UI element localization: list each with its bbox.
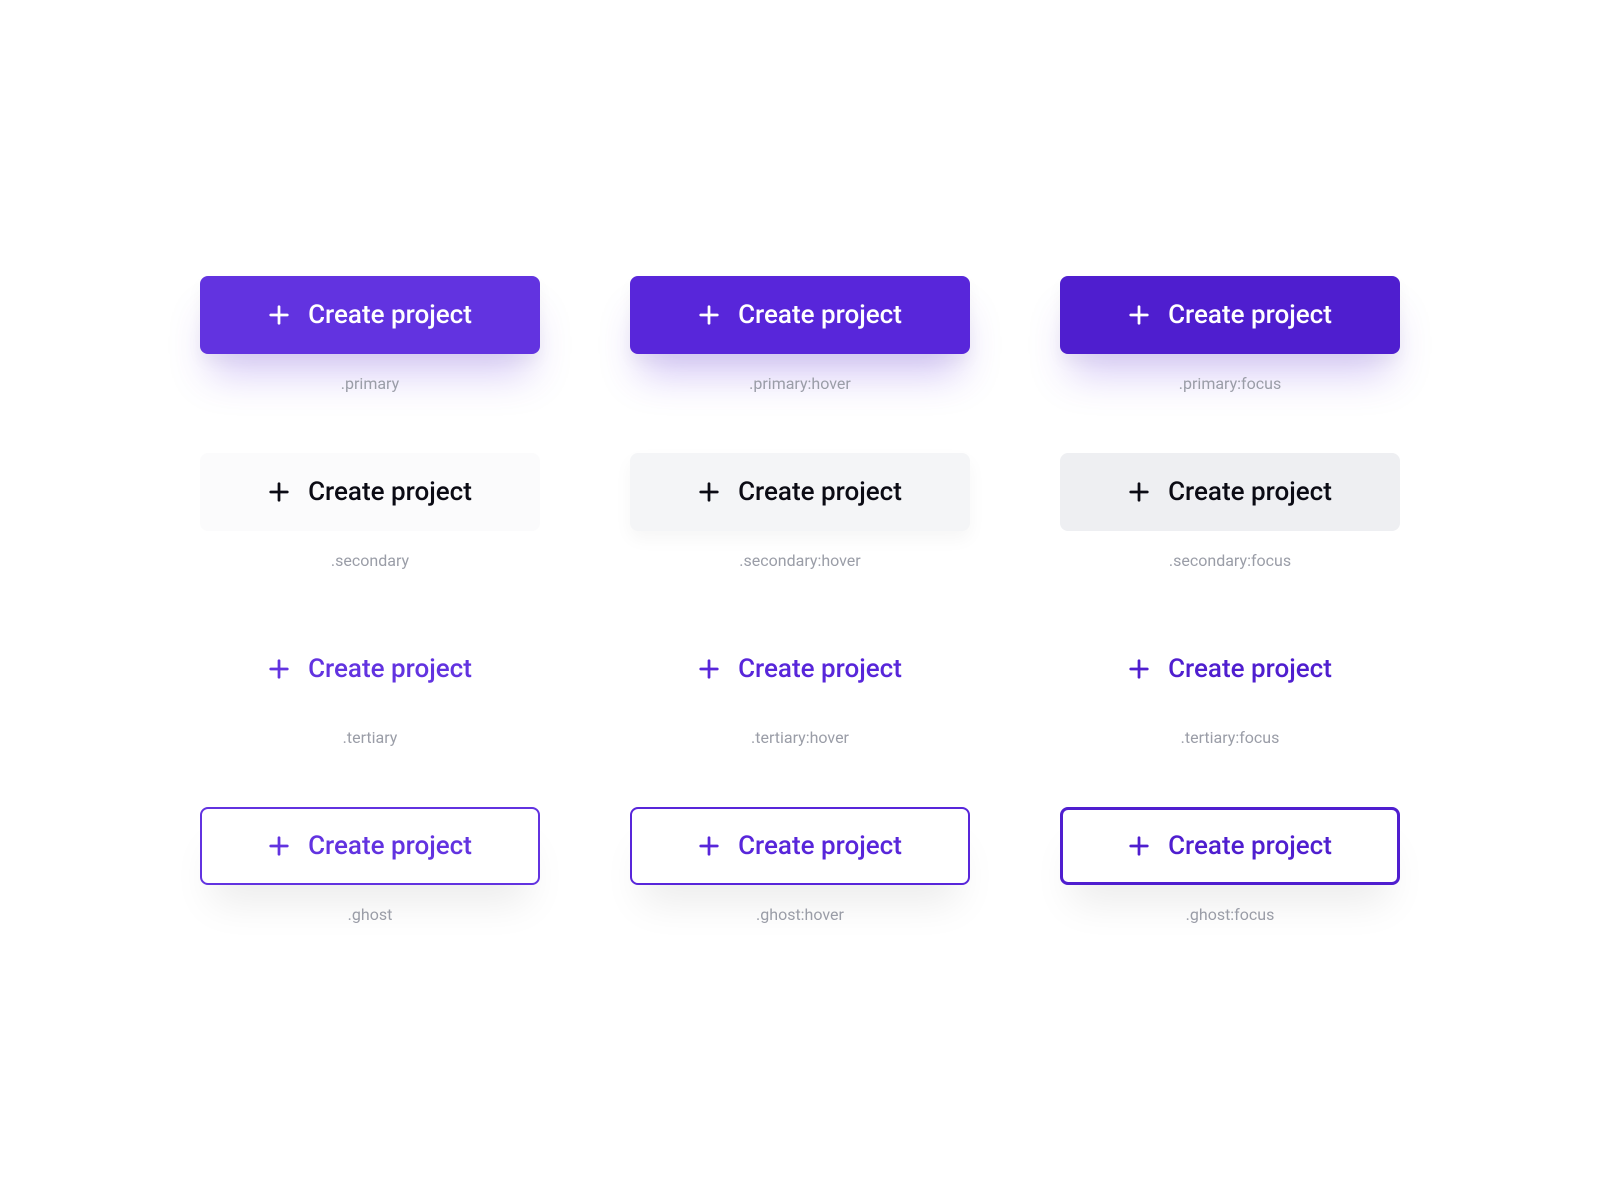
plus-icon [1128,835,1150,857]
create-project-button-tertiary[interactable]: Create project [200,630,540,708]
cell-primary-hover: Create project .primary:hover [630,276,970,393]
create-project-button-secondary-focus[interactable]: Create project [1060,453,1400,531]
cell-tertiary-default: Create project .tertiary [200,630,540,747]
create-project-button-ghost-focus[interactable]: Create project [1060,807,1400,885]
button-label: Create project [738,477,902,507]
caption-ghost-hover: .ghost:hover [756,905,844,924]
create-project-button-ghost-hover[interactable]: Create project [630,807,970,885]
create-project-button-primary-hover[interactable]: Create project [630,276,970,354]
caption-tertiary-hover: .tertiary:hover [751,728,849,747]
plus-icon [698,835,720,857]
button-label: Create project [1168,831,1332,861]
plus-icon [698,481,720,503]
create-project-button-primary[interactable]: Create project [200,276,540,354]
cell-primary-focus: Create project .primary:focus [1060,276,1400,393]
button-label: Create project [1168,300,1332,330]
create-project-button-tertiary-focus[interactable]: Create project [1060,630,1400,708]
caption-secondary-hover: .secondary:hover [739,551,860,570]
create-project-button-secondary[interactable]: Create project [200,453,540,531]
cell-ghost-hover: Create project .ghost:hover [630,807,970,924]
cell-ghost-default: Create project .ghost [200,807,540,924]
plus-icon [1128,658,1150,680]
caption-primary-focus: .primary:focus [1179,374,1281,393]
button-label: Create project [308,477,472,507]
button-label: Create project [1168,477,1332,507]
caption-ghost-focus: .ghost:focus [1186,905,1275,924]
plus-icon [268,481,290,503]
create-project-button-secondary-hover[interactable]: Create project [630,453,970,531]
cell-secondary-focus: Create project .secondary:focus [1060,453,1400,570]
button-label: Create project [308,831,472,861]
button-label: Create project [308,300,472,330]
create-project-button-tertiary-hover[interactable]: Create project [630,630,970,708]
caption-ghost-default: .ghost [348,905,393,924]
cell-tertiary-hover: Create project .tertiary:hover [630,630,970,747]
caption-secondary-focus: .secondary:focus [1169,551,1291,570]
create-project-button-primary-focus[interactable]: Create project [1060,276,1400,354]
button-label: Create project [738,831,902,861]
plus-icon [698,304,720,326]
plus-icon [1128,481,1150,503]
caption-tertiary-default: .tertiary [343,728,398,747]
caption-primary-hover: .primary:hover [749,374,851,393]
button-label: Create project [738,654,902,684]
cell-secondary-hover: Create project .secondary:hover [630,453,970,570]
button-label: Create project [308,654,472,684]
cell-tertiary-focus: Create project .tertiary:focus [1060,630,1400,747]
cell-primary-default: Create project .primary [200,276,540,393]
plus-icon [1128,304,1150,326]
create-project-button-ghost[interactable]: Create project [200,807,540,885]
plus-icon [268,658,290,680]
caption-primary-default: .primary [341,374,399,393]
caption-tertiary-focus: .tertiary:focus [1181,728,1280,747]
button-label: Create project [738,300,902,330]
plus-icon [268,304,290,326]
plus-icon [698,658,720,680]
plus-icon [268,835,290,857]
button-label: Create project [1168,654,1332,684]
cell-secondary-default: Create project .secondary [200,453,540,570]
caption-secondary-default: .secondary [331,551,409,570]
button-showcase-grid: Create project .primary Create project .… [200,276,1400,924]
cell-ghost-focus: Create project .ghost:focus [1060,807,1400,924]
